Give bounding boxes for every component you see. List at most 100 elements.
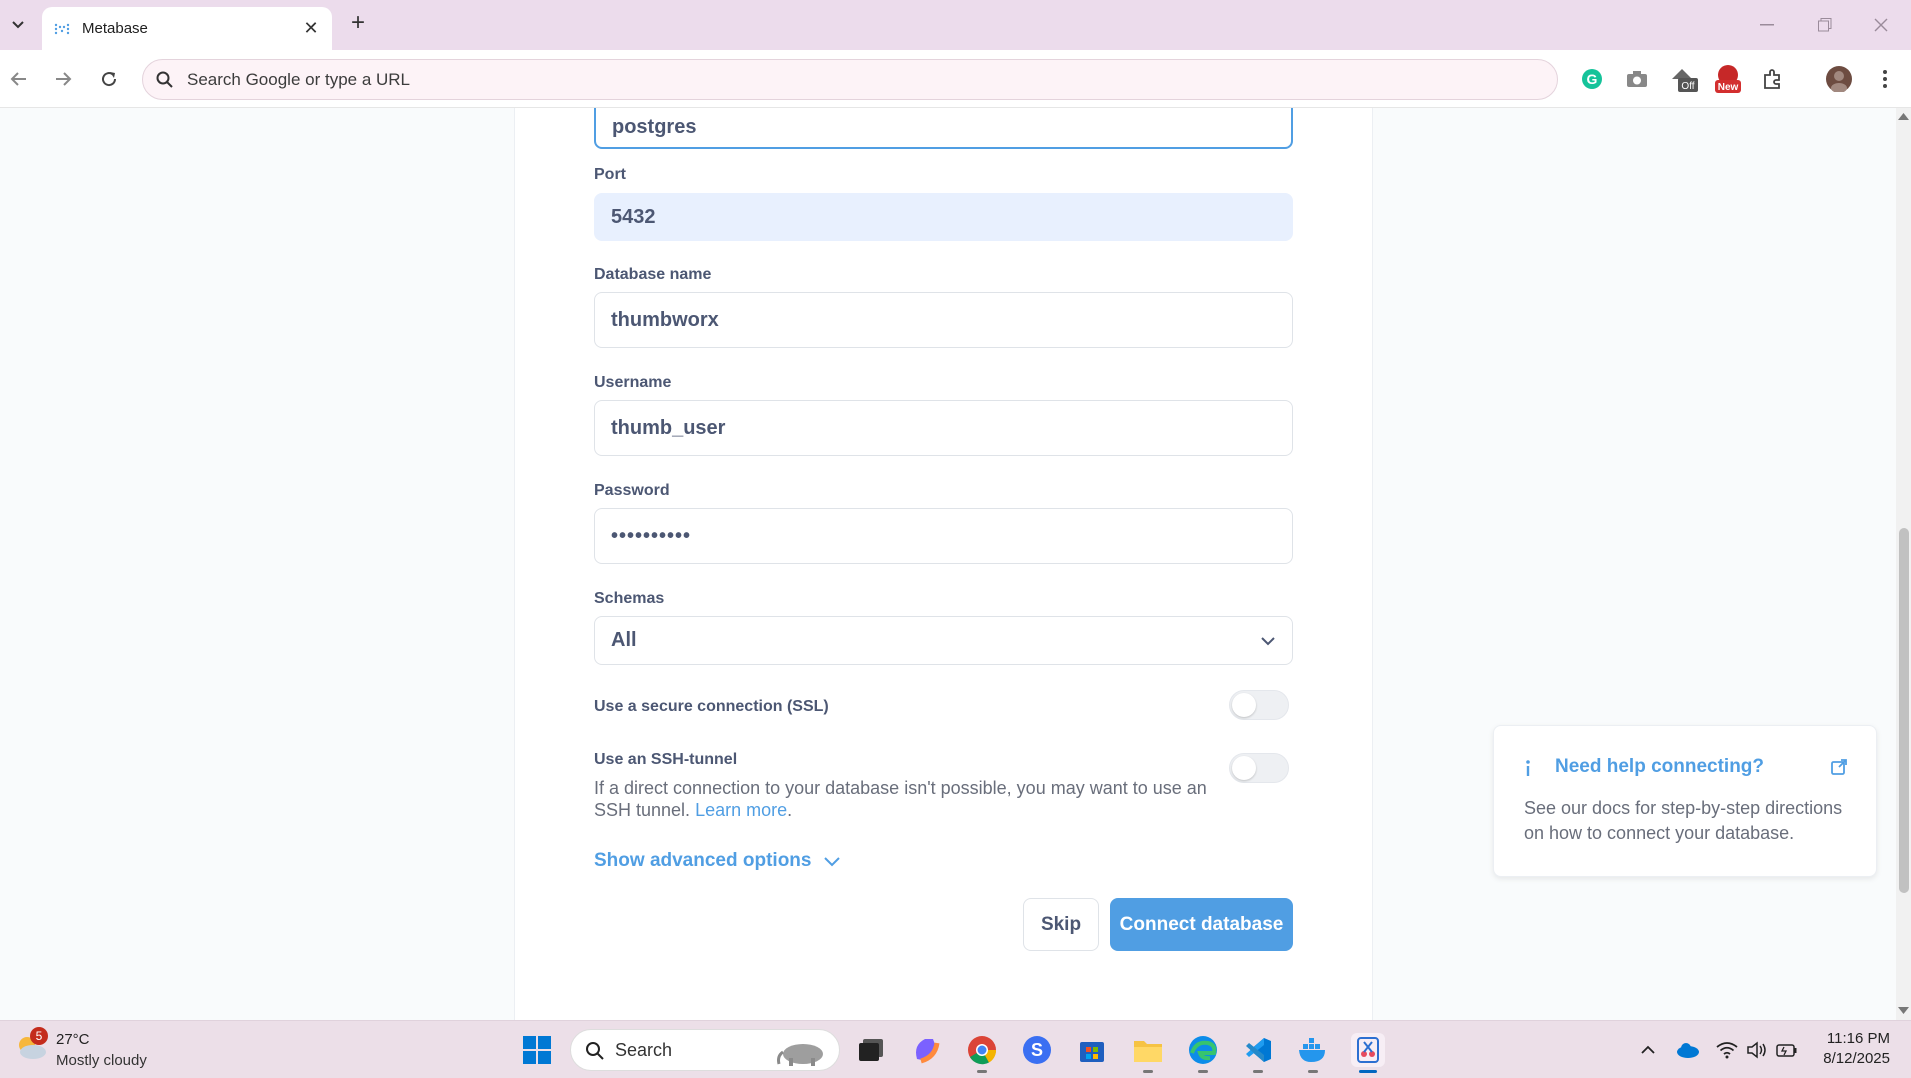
taskbar-search-label: Search — [615, 1039, 673, 1060]
username-field[interactable]: thumb_user — [594, 400, 1293, 456]
vscode-icon[interactable] — [1241, 1033, 1275, 1073]
browser-tab-bar: Metabase ✕ + — [0, 0, 1911, 50]
svg-text:S: S — [1031, 1040, 1043, 1060]
file-explorer-icon[interactable] — [1131, 1033, 1165, 1073]
clock[interactable]: 11:16 PM 8/12/2025 — [1812, 1029, 1890, 1069]
toggle-knob — [1232, 756, 1256, 780]
info-icon — [1526, 760, 1530, 776]
docker-icon[interactable] — [1296, 1033, 1330, 1073]
snipping-tool-icon[interactable] — [1351, 1033, 1385, 1073]
onedrive-icon[interactable] — [1671, 1033, 1705, 1067]
password-field[interactable]: •••••••••• — [594, 508, 1293, 564]
port-value: 5432 — [611, 205, 656, 228]
metabase-favicon-icon — [54, 23, 70, 34]
wifi-icon[interactable] — [1710, 1033, 1744, 1067]
skip-button[interactable]: Skip — [1023, 898, 1099, 951]
password-value: •••••••••• — [611, 524, 692, 547]
battery-icon[interactable] — [1770, 1033, 1804, 1067]
chevron-down-icon — [824, 856, 841, 866]
forward-icon[interactable] — [48, 64, 78, 94]
restore-icon[interactable] — [1810, 10, 1840, 40]
clock-time: 11:16 PM — [1826, 1030, 1890, 1047]
active-indicator — [1359, 1070, 1377, 1073]
help-title-link[interactable]: Need help connecting? — [1555, 756, 1764, 778]
edge-icon[interactable] — [1186, 1033, 1220, 1073]
scrollbar-thumb[interactable] — [1899, 528, 1909, 893]
port-label: Port — [594, 166, 626, 183]
volume-icon[interactable] — [1740, 1033, 1774, 1067]
search-icon — [586, 1042, 604, 1060]
help-card: Need help connecting? See our docs for s… — [1493, 725, 1877, 877]
reload-icon[interactable] — [94, 64, 124, 94]
camera-extension-icon[interactable] — [1622, 64, 1652, 94]
learn-more-link[interactable]: Learn more — [695, 800, 787, 820]
address-input[interactable] — [187, 69, 1557, 90]
tab-search-chevron-icon[interactable] — [6, 12, 30, 36]
svg-text:G: G — [1587, 71, 1598, 87]
running-indicator — [1198, 1070, 1208, 1073]
chrome-icon[interactable] — [965, 1033, 999, 1073]
show-hidden-icons-chevron-icon[interactable] — [1631, 1033, 1665, 1067]
profile-avatar[interactable] — [1824, 64, 1854, 94]
schemas-label: Schemas — [594, 590, 665, 607]
ssh-toggle[interactable] — [1229, 753, 1289, 783]
taskbar-search[interactable]: Search — [570, 1029, 840, 1071]
advanced-label: Show advanced options — [594, 850, 812, 871]
new-extension-icon[interactable]: New — [1712, 64, 1742, 94]
address-bar[interactable] — [142, 59, 1558, 100]
ssl-toggle[interactable] — [1229, 690, 1289, 720]
connect-database-button[interactable]: Connect database — [1110, 898, 1293, 951]
tab-title: Metabase — [82, 20, 148, 37]
weather-desc: Mostly cloudy — [56, 1052, 147, 1069]
weather-badge: 5 — [30, 1027, 48, 1045]
windows-start-icon[interactable] — [520, 1033, 554, 1067]
chrome-menu-icon[interactable] — [1870, 64, 1900, 94]
toggle-knob — [1232, 693, 1256, 717]
password-label: Password — [594, 482, 670, 499]
running-indicator — [977, 1070, 987, 1073]
close-window-icon[interactable] — [1866, 10, 1896, 40]
port-field[interactable]: 5432 — [594, 193, 1293, 241]
browser-toolbar: G Off New — [0, 50, 1911, 108]
database-name-value: thumbworx — [611, 308, 719, 331]
clock-date: 8/12/2025 — [1823, 1050, 1890, 1067]
weather-temp: 27°C — [56, 1031, 90, 1048]
ssl-label: Use a secure connection (SSL) — [594, 698, 829, 715]
page-viewport: postgres Port 5432 Database name thumbwo… — [0, 108, 1911, 1020]
svg-text:New: New — [1718, 82, 1739, 93]
running-indicator — [1308, 1070, 1318, 1073]
ssh-label: Use an SSH-tunnel — [594, 751, 738, 768]
database-name-field[interactable]: thumbworx — [594, 292, 1293, 348]
ssh-description-text: If a direct connection to your database … — [594, 778, 1207, 820]
database-form-card: postgres Port 5432 Database name thumbwo… — [514, 108, 1373, 1020]
search-icon — [156, 71, 173, 88]
close-tab-icon[interactable]: ✕ — [302, 18, 320, 38]
task-view-icon[interactable] — [854, 1033, 888, 1067]
page-scrollbar[interactable] — [1896, 108, 1911, 1020]
off-extension-icon[interactable]: Off — [1668, 64, 1698, 94]
running-indicator — [1253, 1070, 1263, 1073]
grammarly-extension-icon[interactable]: G — [1577, 64, 1607, 94]
copilot-icon[interactable] — [909, 1033, 943, 1067]
back-icon[interactable] — [4, 64, 34, 94]
weather-widget[interactable]: 5 — [14, 1027, 54, 1069]
external-link-icon[interactable] — [1831, 759, 1847, 775]
search-highlight-icon — [777, 1044, 823, 1066]
s-app-icon[interactable]: S — [1020, 1033, 1054, 1067]
minimize-icon[interactable] — [1752, 10, 1782, 40]
extensions-puzzle-icon[interactable] — [1758, 64, 1788, 94]
schemas-select[interactable]: All — [594, 616, 1293, 665]
browser-tab-metabase[interactable]: Metabase ✕ — [42, 7, 332, 50]
username-value: thumb_user — [611, 416, 726, 439]
windows-taskbar: 5 27°C Mostly cloudy Search S 11:16 PM 8… — [0, 1020, 1911, 1078]
scroll-up-icon[interactable] — [1898, 112, 1909, 120]
help-body: See our docs for step-by-step directions… — [1524, 798, 1843, 843]
microsoft-store-icon[interactable] — [1075, 1033, 1109, 1067]
new-tab-button[interactable]: + — [346, 11, 370, 36]
host-field[interactable]: postgres — [594, 108, 1293, 149]
database-name-label: Database name — [594, 266, 712, 283]
running-indicator — [1143, 1070, 1153, 1073]
scroll-down-icon[interactable] — [1898, 1007, 1909, 1015]
username-label: Username — [594, 374, 672, 391]
show-advanced-options-toggle[interactable]: Show advanced options — [594, 850, 841, 872]
